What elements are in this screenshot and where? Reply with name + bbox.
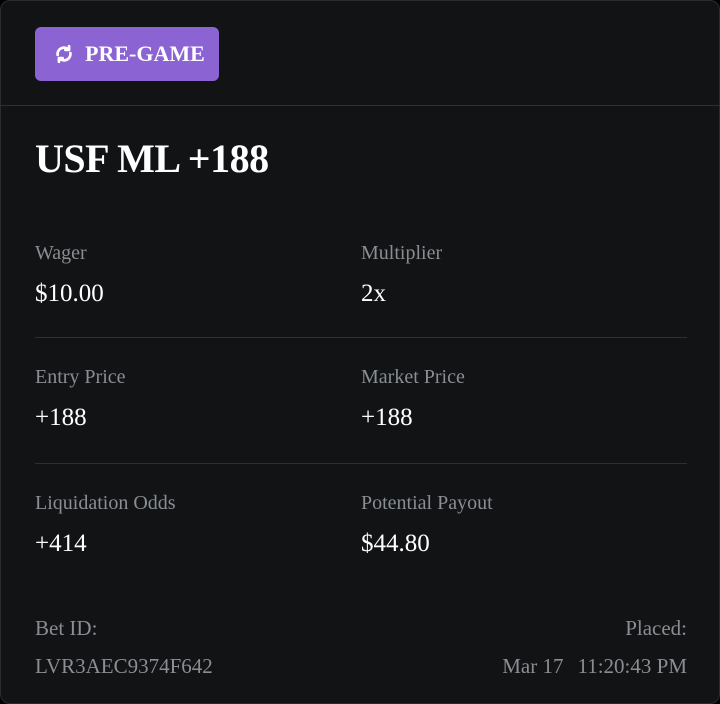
details-row-2: Entry Price +188 Market Price +188 (35, 365, 687, 464)
bet-id-label: Bet ID: (35, 616, 98, 640)
field-value: $44.80 (361, 530, 430, 557)
wager-field: Wager $10.00 (35, 241, 104, 309)
field-value: 2x (361, 280, 386, 307)
liquidation-odds-field: Liquidation Odds +414 (35, 491, 176, 559)
refresh-icon (53, 43, 75, 65)
badge-label: PRE-GAME (85, 41, 205, 66)
field-value: +188 (361, 404, 413, 431)
field-label: Entry Price (35, 366, 126, 388)
details-row-1: Wager $10.00 Multiplier 2x (35, 241, 687, 338)
placed-date: Mar 17 (502, 654, 564, 678)
placed-time: 11:20:43 PM (577, 654, 688, 678)
field-label: Wager (35, 242, 87, 264)
field-label: Multiplier (361, 242, 443, 264)
field-label: Potential Payout (361, 492, 493, 514)
pre-game-badge: PRE-GAME (35, 27, 219, 81)
field-value: $10.00 (35, 280, 104, 307)
placed-label: Placed: (625, 616, 687, 640)
potential-payout-field: Potential Payout $44.80 (361, 491, 493, 559)
market-price-field: Market Price +188 (361, 365, 465, 433)
multiplier-field: Multiplier 2x (361, 241, 442, 309)
placed-block: Placed: Mar 17 11:20:43 PM (502, 615, 687, 679)
entry-price-field: Entry Price +188 (35, 365, 126, 433)
bet-title: USF ML +188 (35, 136, 269, 181)
field-value: +188 (35, 404, 87, 431)
placed-timestamp: Mar 17 11:20:43 PM (502, 653, 687, 679)
field-label: Liquidation Odds (35, 492, 176, 514)
card-header: PRE-GAME (1, 1, 719, 106)
bet-id-value: LVR3AEC9374F642 (35, 654, 213, 678)
field-value: +414 (35, 530, 87, 557)
bet-card: PRE-GAME USF ML +188 Wager $10.00 Multip… (0, 0, 720, 704)
details-row-3: Liquidation Odds +414 Potential Payout $… (35, 491, 687, 571)
field-label: Market Price (361, 366, 465, 388)
bet-id-block: Bet ID: LVR3AEC9374F642 (35, 615, 213, 679)
